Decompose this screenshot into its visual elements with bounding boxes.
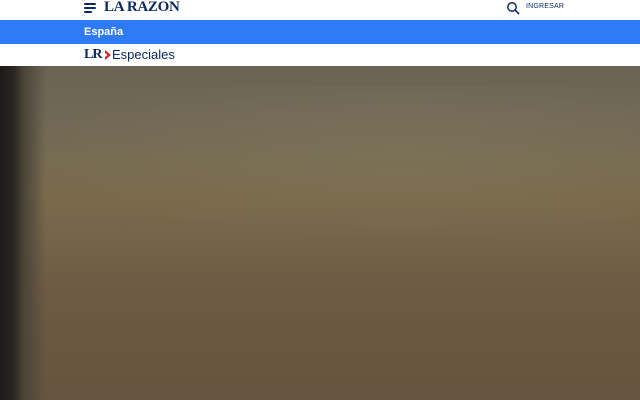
lr-brand-mark[interactable]: LR: [84, 47, 102, 63]
hamburger-menu-icon[interactable]: [84, 2, 98, 14]
top-header: LA RAZÓN INGRESAR: [0, 0, 640, 20]
login-link[interactable]: INGRESAR: [526, 3, 564, 10]
section-title[interactable]: España: [84, 25, 123, 39]
hero-image-blur: [40, 86, 640, 246]
section-bar: España: [0, 20, 640, 44]
especiales-label[interactable]: Especiales: [112, 47, 175, 63]
site-logo[interactable]: LA RAZÓN: [104, 0, 180, 15]
search-icon[interactable]: [506, 1, 520, 15]
chevron-right-icon: [105, 50, 111, 60]
especiales-bar: LR Especiales: [0, 44, 640, 66]
hero-image: [0, 66, 640, 400]
